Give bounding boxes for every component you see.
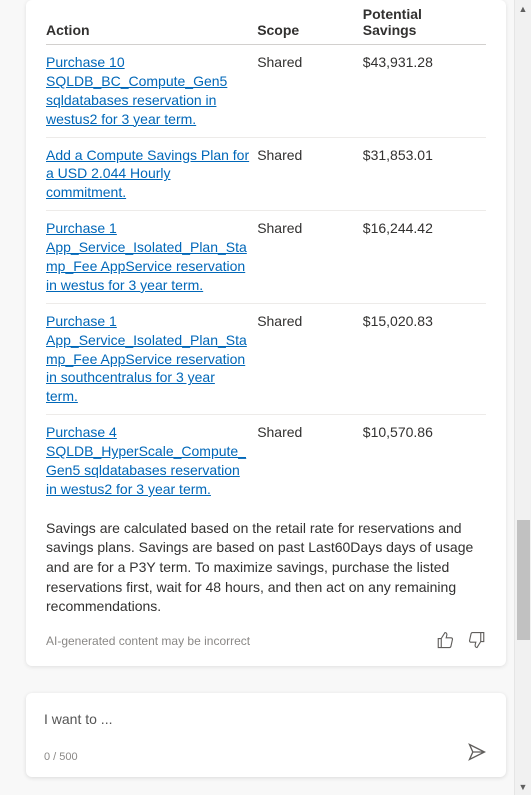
recommendations-card: Action Scope Potential Savings Purchase …: [26, 0, 506, 666]
thumbs-up-icon[interactable]: [436, 631, 454, 652]
action-link[interactable]: Purchase 1 App_Service_Isolated_Plan_Sta…: [46, 313, 247, 405]
scope-cell: Shared: [257, 137, 363, 211]
savings-cell: $16,244.42: [363, 211, 486, 304]
scope-cell: Shared: [257, 415, 363, 507]
header-scope: Scope: [257, 0, 363, 45]
scrollbar-thumb[interactable]: [517, 520, 530, 640]
ai-disclaimer: AI-generated content may be incorrect: [46, 634, 250, 648]
table-row: Purchase 10 SQLDB_BC_Compute_Gen5 sqldat…: [46, 45, 486, 138]
action-link[interactable]: Purchase 4 SQLDB_HyperScale_Compute_Gen5…: [46, 424, 246, 497]
table-row: Purchase 1 App_Service_Isolated_Plan_Sta…: [46, 303, 486, 414]
savings-cell: $10,570.86: [363, 415, 486, 507]
table-row: Purchase 4 SQLDB_HyperScale_Compute_Gen5…: [46, 415, 486, 507]
thumbs-down-icon[interactable]: [468, 631, 486, 652]
scope-cell: Shared: [257, 211, 363, 304]
scope-cell: Shared: [257, 303, 363, 414]
table-row: Add a Compute Savings Plan for a USD 2.0…: [46, 137, 486, 211]
chat-input[interactable]: I want to ...: [44, 711, 466, 727]
action-link[interactable]: Add a Compute Savings Plan for a USD 2.0…: [46, 147, 249, 201]
action-link[interactable]: Purchase 1 App_Service_Isolated_Plan_Sta…: [46, 220, 247, 293]
send-icon[interactable]: [466, 741, 488, 763]
scroll-down-icon[interactable]: ▼: [515, 778, 531, 795]
savings-cell: $31,853.01: [363, 137, 486, 211]
table-row: Purchase 1 App_Service_Isolated_Plan_Sta…: [46, 211, 486, 304]
char-counter: 0 / 500: [44, 751, 466, 763]
header-action: Action: [46, 0, 257, 45]
header-savings: Potential Savings: [363, 0, 486, 45]
savings-cell: $43,931.28: [363, 45, 486, 138]
recommendations-table: Action Scope Potential Savings Purchase …: [46, 0, 486, 507]
scrollbar[interactable]: ▲ ▼: [514, 0, 531, 795]
scope-cell: Shared: [257, 45, 363, 138]
chat-input-card[interactable]: I want to ... 0 / 500: [26, 693, 506, 777]
action-link[interactable]: Purchase 10 SQLDB_BC_Compute_Gen5 sqldat…: [46, 54, 227, 127]
savings-cell: $15,020.83: [363, 303, 486, 414]
savings-note: Savings are calculated based on the reta…: [46, 519, 486, 617]
scroll-up-icon[interactable]: ▲: [515, 0, 531, 17]
